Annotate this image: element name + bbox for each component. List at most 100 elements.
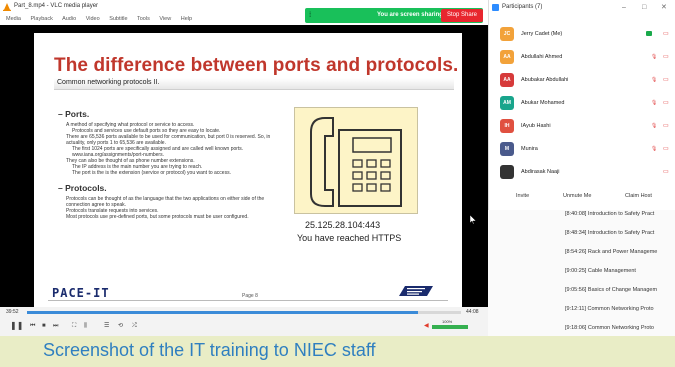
bullet: Protocols can be thought of as the langu… <box>66 196 265 208</box>
total-time: 44:08 <box>466 309 479 315</box>
muted-mic-icon: 🎙 <box>651 100 658 106</box>
menu-playback[interactable]: Playback <box>31 16 53 22</box>
avatar: IH <box>500 119 514 133</box>
claim-host-button[interactable]: Claim Host <box>625 190 652 202</box>
seek-slider[interactable] <box>27 311 461 314</box>
participants-title: Participants (7) <box>502 4 543 10</box>
sub-bullet: The port is the is the extension (servic… <box>72 170 231 176</box>
seek-bar-row: 39:52 44:08 <box>0 307 488 317</box>
volume-level <box>432 325 468 329</box>
presentation-slide: The difference between ports and protoco… <box>34 33 462 308</box>
muted-mic-icon: 🎙 <box>651 54 658 60</box>
telephone-illustration <box>294 107 418 214</box>
close-icon[interactable]: ✕ <box>661 0 667 15</box>
ip-port-address: 25.125.28.104:443 <box>305 220 381 230</box>
unmute-me-button[interactable]: Unmute Me <box>563 190 591 202</box>
bullet: Most protocols use pre-defined ports, bu… <box>66 214 249 220</box>
video-off-icon: ▭ <box>663 54 669 60</box>
participant-row[interactable]: Abdirasak Naaji ▭ <box>489 161 675 183</box>
shuffle-icon[interactable]: ⤮ <box>132 320 137 332</box>
participant-name: Abdullahi Ahmed <box>521 54 563 60</box>
fullscreen-icon[interactable]: ⛶ <box>72 320 76 332</box>
participant-name: IAyub Hashi <box>521 123 551 129</box>
participant-row[interactable]: AA Abubakar Abdullahi 🎙 ▭ <box>489 69 675 91</box>
slide-page-number: Page 8 <box>242 293 258 299</box>
avatar: M <box>500 142 514 156</box>
maximize-icon[interactable]: □ <box>642 0 646 15</box>
participant-row[interactable]: IH IAyub Hashi 🎙 ▭ <box>489 115 675 137</box>
next-icon[interactable]: ⏭ <box>53 320 58 332</box>
participants-footer: Invite Unmute Me Claim Host <box>489 186 675 206</box>
loop-icon[interactable]: ⟲ <box>118 320 123 332</box>
invite-button[interactable]: Invite <box>516 190 529 202</box>
video-off-icon: ▭ <box>663 31 669 37</box>
volume-slider[interactable] <box>432 325 468 329</box>
publisher-logo-icon <box>399 286 433 296</box>
extended-settings-icon[interactable]: ⫼ <box>84 320 87 332</box>
speaker-icon[interactable]: ◀ <box>424 322 429 329</box>
screenshot-stage: Part_8.mp4 - VLC media player Media Play… <box>0 0 675 367</box>
menu-audio[interactable]: Audio <box>62 16 76 22</box>
video-off-icon: ▭ <box>663 123 669 129</box>
menu-help[interactable]: Help <box>181 16 192 22</box>
avatar <box>500 165 514 179</box>
video-off-icon: ▭ <box>663 77 669 83</box>
agenda-item[interactable]: [9:12:11] Common Networking Proto <box>565 306 654 312</box>
section-heading-ports: – Ports. <box>58 109 90 119</box>
screen-share-status-icon <box>646 31 652 36</box>
video-off-icon: ▭ <box>663 146 669 152</box>
previous-icon[interactable]: ⏮ <box>30 320 35 332</box>
participant-name: Abubakar Abdullahi <box>521 77 569 83</box>
participant-row[interactable]: JC Jerry Cadet (Me) ▭ <box>489 23 675 45</box>
avatar: AM <box>500 96 514 110</box>
participants-panel: Participants (7) – □ ✕ JC Jerry Cadet (Me… <box>488 0 675 210</box>
bullet: There are 65,536 ports available to be u… <box>66 134 271 146</box>
vlc-window: Part_8.mp4 - VLC media player Media Play… <box>0 0 488 336</box>
participant-name: Abdirasak Naaji <box>521 169 560 175</box>
mouse-cursor-icon <box>470 215 476 224</box>
agenda-item[interactable]: [8:54:26] Rack and Power Manageme <box>565 249 657 255</box>
participant-row[interactable]: AM Abukar Mohamed 🎙 ▭ <box>489 92 675 114</box>
stop-icon[interactable]: ■ <box>42 320 46 332</box>
seek-progress <box>27 311 418 314</box>
participant-name: Munira <box>521 146 538 152</box>
participants-header: Participants (7) – □ ✕ <box>489 0 675 15</box>
muted-mic-icon: 🎙 <box>651 123 658 129</box>
pause-icon[interactable]: ❚❚ <box>10 320 23 332</box>
reached-service-text: You have reached HTTPS <box>297 233 402 243</box>
playlist-icon[interactable]: ☰ <box>104 320 109 332</box>
menu-view[interactable]: View <box>159 16 171 22</box>
participant-name: Abukar Mohamed <box>521 100 565 106</box>
agenda-item[interactable]: [9:00:25] Cable Management <box>565 268 636 274</box>
menu-tools[interactable]: Tools <box>137 16 150 22</box>
agenda-item[interactable]: [8:48:34] Introduction to Safety Pract <box>565 230 654 236</box>
avatar: JC <box>500 27 514 41</box>
stop-share-button[interactable]: Stop Share <box>441 9 483 22</box>
zoom-app-icon <box>492 4 499 11</box>
video-off-icon: ▭ <box>663 100 669 106</box>
drag-handle-icon[interactable]: ⁞ <box>309 8 317 23</box>
caption-bar: Screenshot of the IT training to NIEC st… <box>0 336 675 367</box>
vlc-cone-icon <box>3 3 11 11</box>
menu-media[interactable]: Media <box>6 16 21 22</box>
agenda-item[interactable]: [9:18:06] Common Networking Proto <box>565 325 654 331</box>
menu-subtitle[interactable]: Subtitle <box>109 16 127 22</box>
agenda-item[interactable]: [9:05:56] Basics of Change Managem <box>565 287 657 293</box>
avatar: AA <box>500 73 514 87</box>
video-off-icon: ▭ <box>663 169 669 175</box>
muted-mic-icon: 🎙 <box>651 146 658 152</box>
volume-percent: 100% <box>442 319 453 324</box>
slide-footer-divider <box>48 300 448 301</box>
vlc-title-text: Part_8.mp4 - VLC media player <box>14 3 99 9</box>
share-status-text: You are screen sharing <box>377 12 443 18</box>
participant-row[interactable]: AA Abdullahi Ahmed 🎙 ▭ <box>489 46 675 68</box>
participant-name: Jerry Cadet (Me) <box>521 31 563 37</box>
pace-it-logo: PACE-IT <box>52 286 110 300</box>
muted-mic-icon: 🎙 <box>651 77 658 83</box>
participant-row[interactable]: M Munira 🎙 ▭ <box>489 138 675 160</box>
menu-video[interactable]: Video <box>86 16 100 22</box>
agenda-item[interactable]: [8:40:08] Introduction to Safety Pract <box>565 211 654 217</box>
minimize-icon[interactable]: – <box>622 0 626 15</box>
playback-controls: ❚❚ ⏮ ■ ⏭ ⛶ ⫼ ☰ ⟲ ⤮ ◀ 100% <box>0 317 488 336</box>
telephone-icon <box>310 117 402 207</box>
